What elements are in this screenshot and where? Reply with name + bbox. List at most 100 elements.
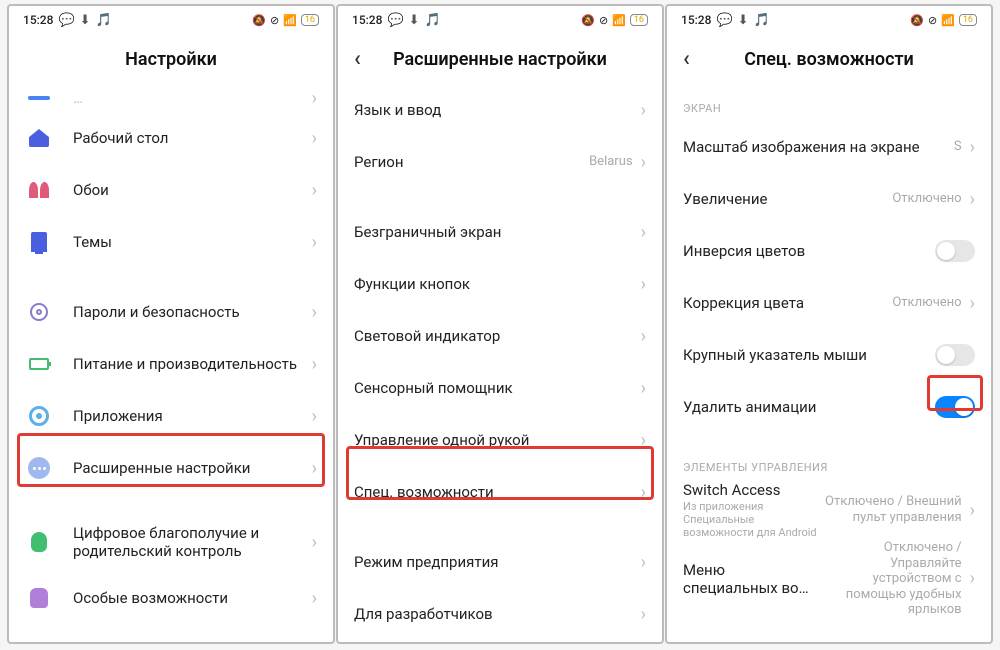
settings-item-wellbeing[interactable]: Цифровое благополучие и родительский кон… — [9, 512, 333, 572]
acc-item-large-pointer[interactable]: Крупный указатель мыши — [667, 329, 991, 381]
settings-item-desktop[interactable]: Рабочий стол › — [9, 112, 333, 164]
fingerprint-icon — [25, 298, 53, 326]
accessibility-icon — [25, 584, 53, 612]
chevron-right-icon: › — [641, 378, 646, 399]
row-label: Удалить анимации — [683, 398, 935, 416]
chevron-right-icon: › — [641, 100, 646, 121]
row-label: Пароли и безопасность — [73, 303, 312, 321]
row-value: Отключено / Управляйте устройством с пом… — [822, 540, 962, 618]
wifi-icon: 📶 — [283, 14, 297, 27]
phone-screen-settings: 15:28 💬 ⬇ 🎵 🔕 ⊘ 📶 16 Настройки … › Рабоч… — [7, 4, 335, 644]
chevron-right-icon: › — [312, 588, 317, 609]
page-title: Настройки — [125, 49, 217, 70]
chevron-right-icon: › — [970, 293, 975, 314]
music-icon: 🎵 — [96, 13, 112, 28]
adv-item-enterprise[interactable]: Режим предприятия › — [338, 536, 662, 588]
row-value: S — [954, 139, 962, 155]
settings-item-wallpaper[interactable]: Обои › — [9, 164, 333, 216]
chevron-right-icon: › — [641, 430, 646, 451]
row-label: Сенсорный помощник — [354, 379, 641, 397]
gear-icon — [25, 402, 53, 430]
row-label: Обои — [73, 181, 312, 199]
acc-item-remove-animations[interactable]: Удалить анимации — [667, 381, 991, 433]
row-label: Функции кнопок — [354, 275, 641, 293]
row-label: Инверсия цветов — [683, 242, 935, 260]
row-label: Спец. возможности — [354, 483, 641, 501]
phone-screen-accessibility: 15:28 💬 ⬇ 🎵 🔕 ⊘ 📶 16 ‹ Спец. возможности… — [665, 4, 993, 644]
chevron-right-icon: › — [641, 604, 646, 625]
row-label: Темы — [73, 233, 312, 251]
adv-item-region[interactable]: Регион Belarus › — [338, 136, 662, 188]
settings-item-accessibility[interactable]: Особые возможности › — [9, 572, 333, 624]
settings-item-advanced[interactable]: Расширенные настройки › — [9, 442, 333, 494]
dnd-icon: 🔕 — [252, 14, 266, 27]
row-label: Питание и производительность — [73, 355, 312, 373]
settings-item-battery[interactable]: Питание и производительность › — [9, 338, 333, 390]
row-value: Отключено / Внешний пульт управления — [822, 494, 962, 525]
download-icon: ⬇ — [80, 13, 91, 28]
battery-indicator: 16 — [630, 14, 648, 26]
chevron-right-icon: › — [641, 222, 646, 243]
chevron-right-icon: › — [970, 568, 975, 589]
chevron-right-icon: › — [312, 128, 317, 149]
chevron-right-icon: › — [970, 189, 975, 210]
adv-item-onehand[interactable]: Управление одной рукой › — [338, 414, 662, 466]
music-icon: 🎵 — [425, 13, 441, 28]
battery-indicator: 16 — [959, 14, 977, 26]
chevron-right-icon: › — [641, 326, 646, 347]
row-sub: Из приложения Специальные возможности дл… — [683, 500, 822, 540]
adv-item-buttons[interactable]: Функции кнопок › — [338, 258, 662, 310]
row-label: Для разработчиков — [354, 605, 641, 623]
battery-indicator: 16 — [301, 14, 319, 26]
acc-item-display-scale[interactable]: Масштаб изображения на экране S › — [667, 121, 991, 173]
chevron-right-icon: › — [970, 137, 975, 158]
settings-item-themes[interactable]: Темы › — [9, 216, 333, 268]
chevron-right-icon: › — [641, 274, 646, 295]
home-icon — [25, 124, 53, 152]
row-label: Приложения — [73, 407, 312, 425]
download-icon: ⬇ — [409, 13, 420, 28]
adv-item-language[interactable]: Язык и ввод › — [338, 84, 662, 136]
acc-item-color-inversion[interactable]: Инверсия цветов — [667, 225, 991, 277]
row-label: Цифровое благополучие и родительский кон… — [73, 524, 312, 560]
page-title: Спец. возможности — [744, 49, 914, 70]
chevron-right-icon: › — [641, 552, 646, 573]
settings-item-notifications-clipped[interactable]: … › — [9, 84, 333, 112]
row-value: Отключено — [892, 191, 961, 207]
dnd-icon: 🔕 — [910, 14, 924, 27]
settings-item-apps[interactable]: Приложения › — [9, 390, 333, 442]
adv-item-accessibility[interactable]: Спец. возможности › — [338, 466, 662, 518]
chevron-right-icon: › — [312, 532, 317, 553]
settings-item-security[interactable]: Пароли и безопасность › — [9, 286, 333, 338]
acc-item-accessibility-menu[interactable]: Меню специальных во… Отключено / Управля… — [667, 540, 991, 618]
acc-item-color-correction[interactable]: Коррекция цвета Отключено › — [667, 277, 991, 329]
adv-item-fullscreen[interactable]: Безграничный экран › — [338, 206, 662, 258]
back-icon[interactable]: ‹ — [683, 47, 690, 72]
row-label: Увеличение — [683, 190, 892, 208]
row-label: Особые возможности — [73, 589, 312, 607]
acc-item-switch-access[interactable]: Switch Access Из приложения Специальные … — [667, 480, 991, 540]
title-row: Настройки — [9, 34, 333, 84]
page-title: Расширенные настройки — [393, 49, 607, 70]
chevron-right-icon: › — [641, 152, 646, 173]
row-value: Отключено — [892, 295, 961, 311]
row-label: Расширенные настройки — [73, 459, 312, 477]
wellbeing-icon — [25, 528, 53, 556]
row-label: Меню специальных во… — [683, 561, 822, 597]
acc-item-magnification[interactable]: Увеличение Отключено › — [667, 173, 991, 225]
adv-item-touch-assistant[interactable]: Сенсорный помощник › — [338, 362, 662, 414]
adv-item-led[interactable]: Световой индикатор › — [338, 310, 662, 362]
back-icon[interactable]: ‹ — [354, 47, 361, 72]
chevron-right-icon: › — [312, 354, 317, 375]
toggle-color-inversion[interactable] — [935, 240, 975, 262]
toggle-remove-animations[interactable] — [935, 396, 975, 418]
section-header-screen: ЭКРАН — [667, 84, 991, 121]
more-icon — [25, 454, 53, 482]
toggle-large-pointer[interactable] — [935, 344, 975, 366]
chevron-right-icon: › — [641, 482, 646, 503]
phone-screen-advanced: 15:28 💬 ⬇ 🎵 🔕 ⊘ 📶 16 ‹ Расширенные настр… — [336, 4, 664, 644]
chevron-right-icon: › — [970, 500, 975, 521]
row-label: Световой индикатор — [354, 327, 641, 345]
chevron-right-icon: › — [312, 406, 317, 427]
adv-item-developer[interactable]: Для разработчиков › — [338, 588, 662, 640]
